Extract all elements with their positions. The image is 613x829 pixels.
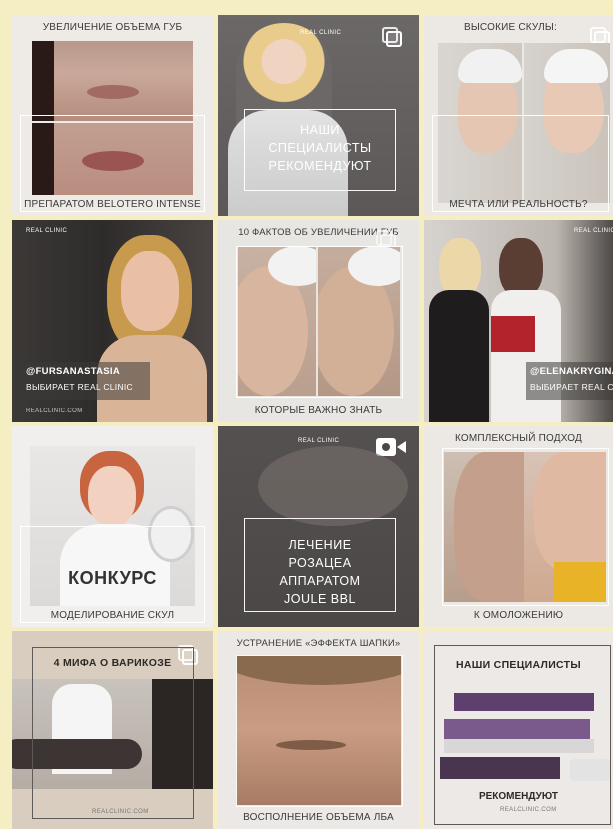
- post-title-line-3: РЕКОМЕНДУЮТ: [268, 159, 372, 173]
- instagram-handle: @ELENAKRYGINA: [530, 366, 613, 377]
- post-caption-bottom: КОТОРЫЕ ВАЖНО ЗНАТЬ: [254, 405, 383, 416]
- post-caption-bottom: РЕКОМЕНДУЮТ: [478, 791, 559, 802]
- post-lip-augmentation[interactable]: УВЕЛИЧЕНИЕ ОБЪЕМА ГУБ ПРЕПАРАТОМ BELOTER…: [12, 15, 213, 216]
- post-caption-bottom: МОДЕЛИРОВАНИЕ СКУЛ: [50, 610, 175, 621]
- post-rosacea-treatment[interactable]: REAL CLINIC ЛЕЧЕНИЕ РОЗАЦЕА АППАРАТОМ JO…: [218, 426, 419, 627]
- post-title-line-3: АППАРАТОМ: [279, 574, 361, 588]
- post-high-cheekbones[interactable]: ВЫСОКИЕ СКУЛЫ: МЕЧТА ИЛИ РЕАЛЬНОСТЬ?: [424, 15, 613, 216]
- post-caption-top: КОМПЛЕКСНЫЙ ПОДХОД: [454, 433, 582, 444]
- post-title-line-2: СПЕЦИАЛИСТЫ: [268, 141, 372, 155]
- post-elenakrygina[interactable]: REAL CLINIC @ELENAKRYGINA ВЫБИРАЕТ REAL …: [424, 220, 613, 422]
- post-caption-top: УСТРАНЕНИЕ «ЭФФЕКТА ШАПКИ»: [236, 638, 401, 649]
- post-caption-top: УВЕЛИЧЕНИЕ ОБЪЕМА ГУБ: [42, 22, 183, 33]
- post-specialists-recommend[interactable]: REAL CLINIC НАШИ СПЕЦИАЛИСТЫ РЕКОМЕНДУЮТ: [218, 15, 419, 216]
- handle-subtitle: ВЫБИРАЕТ REAL CLINIC: [530, 382, 613, 392]
- contest-title: КОНКУРС: [68, 568, 157, 588]
- brand-url: REALCLINIC.COM: [26, 408, 83, 414]
- post-caption-bottom: ПРЕПАРАТОМ BELOTERO INTENSE: [24, 199, 201, 210]
- post-title: 4 МИФА О ВАРИКОЗЕ: [53, 657, 172, 669]
- post-fursanastasia[interactable]: REAL CLINIC @FURSANASTASIA ВЫБИРАЕТ REAL…: [12, 220, 213, 422]
- procedure-photo: [258, 446, 408, 526]
- post-title-line-2: РОЗАЦЕА: [288, 556, 352, 570]
- post-forehead-volume[interactable]: УСТРАНЕНИЕ «ЭФФЕКТА ШАПКИ» ВОСПОЛНЕНИЕ О…: [218, 631, 419, 829]
- handle-subtitle: ВЫБИРАЕТ REAL CLINIC: [26, 382, 133, 392]
- post-caption-bottom: МЕЧТА ИЛИ РЕАЛЬНОСТЬ?: [449, 199, 588, 210]
- product-boxes: [440, 689, 610, 787]
- brand-url: REALCLINIC.COM: [92, 809, 149, 815]
- post-title: НАШИ СПЕЦИАЛИСТЫ: [456, 659, 581, 671]
- post-caption-bottom: К ОМОЛОЖЕНИЮ: [473, 610, 564, 621]
- carousel-icon: [382, 27, 402, 47]
- post-title-line-1: ЛЕЧЕНИЕ: [288, 538, 352, 552]
- post-specialists-products[interactable]: НАШИ СПЕЦИАЛИСТЫ РЕКОМЕНДУЮТ REALCLINIC.…: [424, 631, 613, 829]
- brand-url: REALCLINIC.COM: [500, 807, 557, 813]
- post-complex-rejuvenation[interactable]: КОМПЛЕКСНЫЙ ПОДХОД К ОМОЛОЖЕНИЮ: [424, 426, 613, 627]
- post-10-facts-lips[interactable]: 10 ФАКТОВ ОБ УВЕЛИЧЕНИИ ГУБ КОТОРЫЕ ВАЖН…: [218, 220, 419, 422]
- brand-logo: REAL CLINIC: [298, 438, 340, 444]
- brand-logo: REAL CLINIC: [574, 228, 613, 234]
- brand-logo: REAL CLINIC: [300, 30, 342, 36]
- post-varicose-myths[interactable]: 4 МИФА О ВАРИКОЗЕ REALCLINIC.COM: [12, 631, 213, 829]
- video-camera-icon: [376, 438, 406, 456]
- post-title-line-4: JOULE BBL: [284, 592, 356, 606]
- post-caption-bottom: ВОСПОЛНЕНИЕ ОБЪЕМА ЛБА: [243, 812, 394, 823]
- post-title-line-1: НАШИ: [300, 123, 340, 137]
- post-contest-cheekbones[interactable]: КОНКУРС МОДЕЛИРОВАНИЕ СКУЛ: [12, 426, 213, 627]
- brand-logo: REAL CLINIC: [26, 228, 68, 234]
- instagram-handle: @FURSANASTASIA: [26, 366, 121, 377]
- before-photo: [32, 41, 193, 121]
